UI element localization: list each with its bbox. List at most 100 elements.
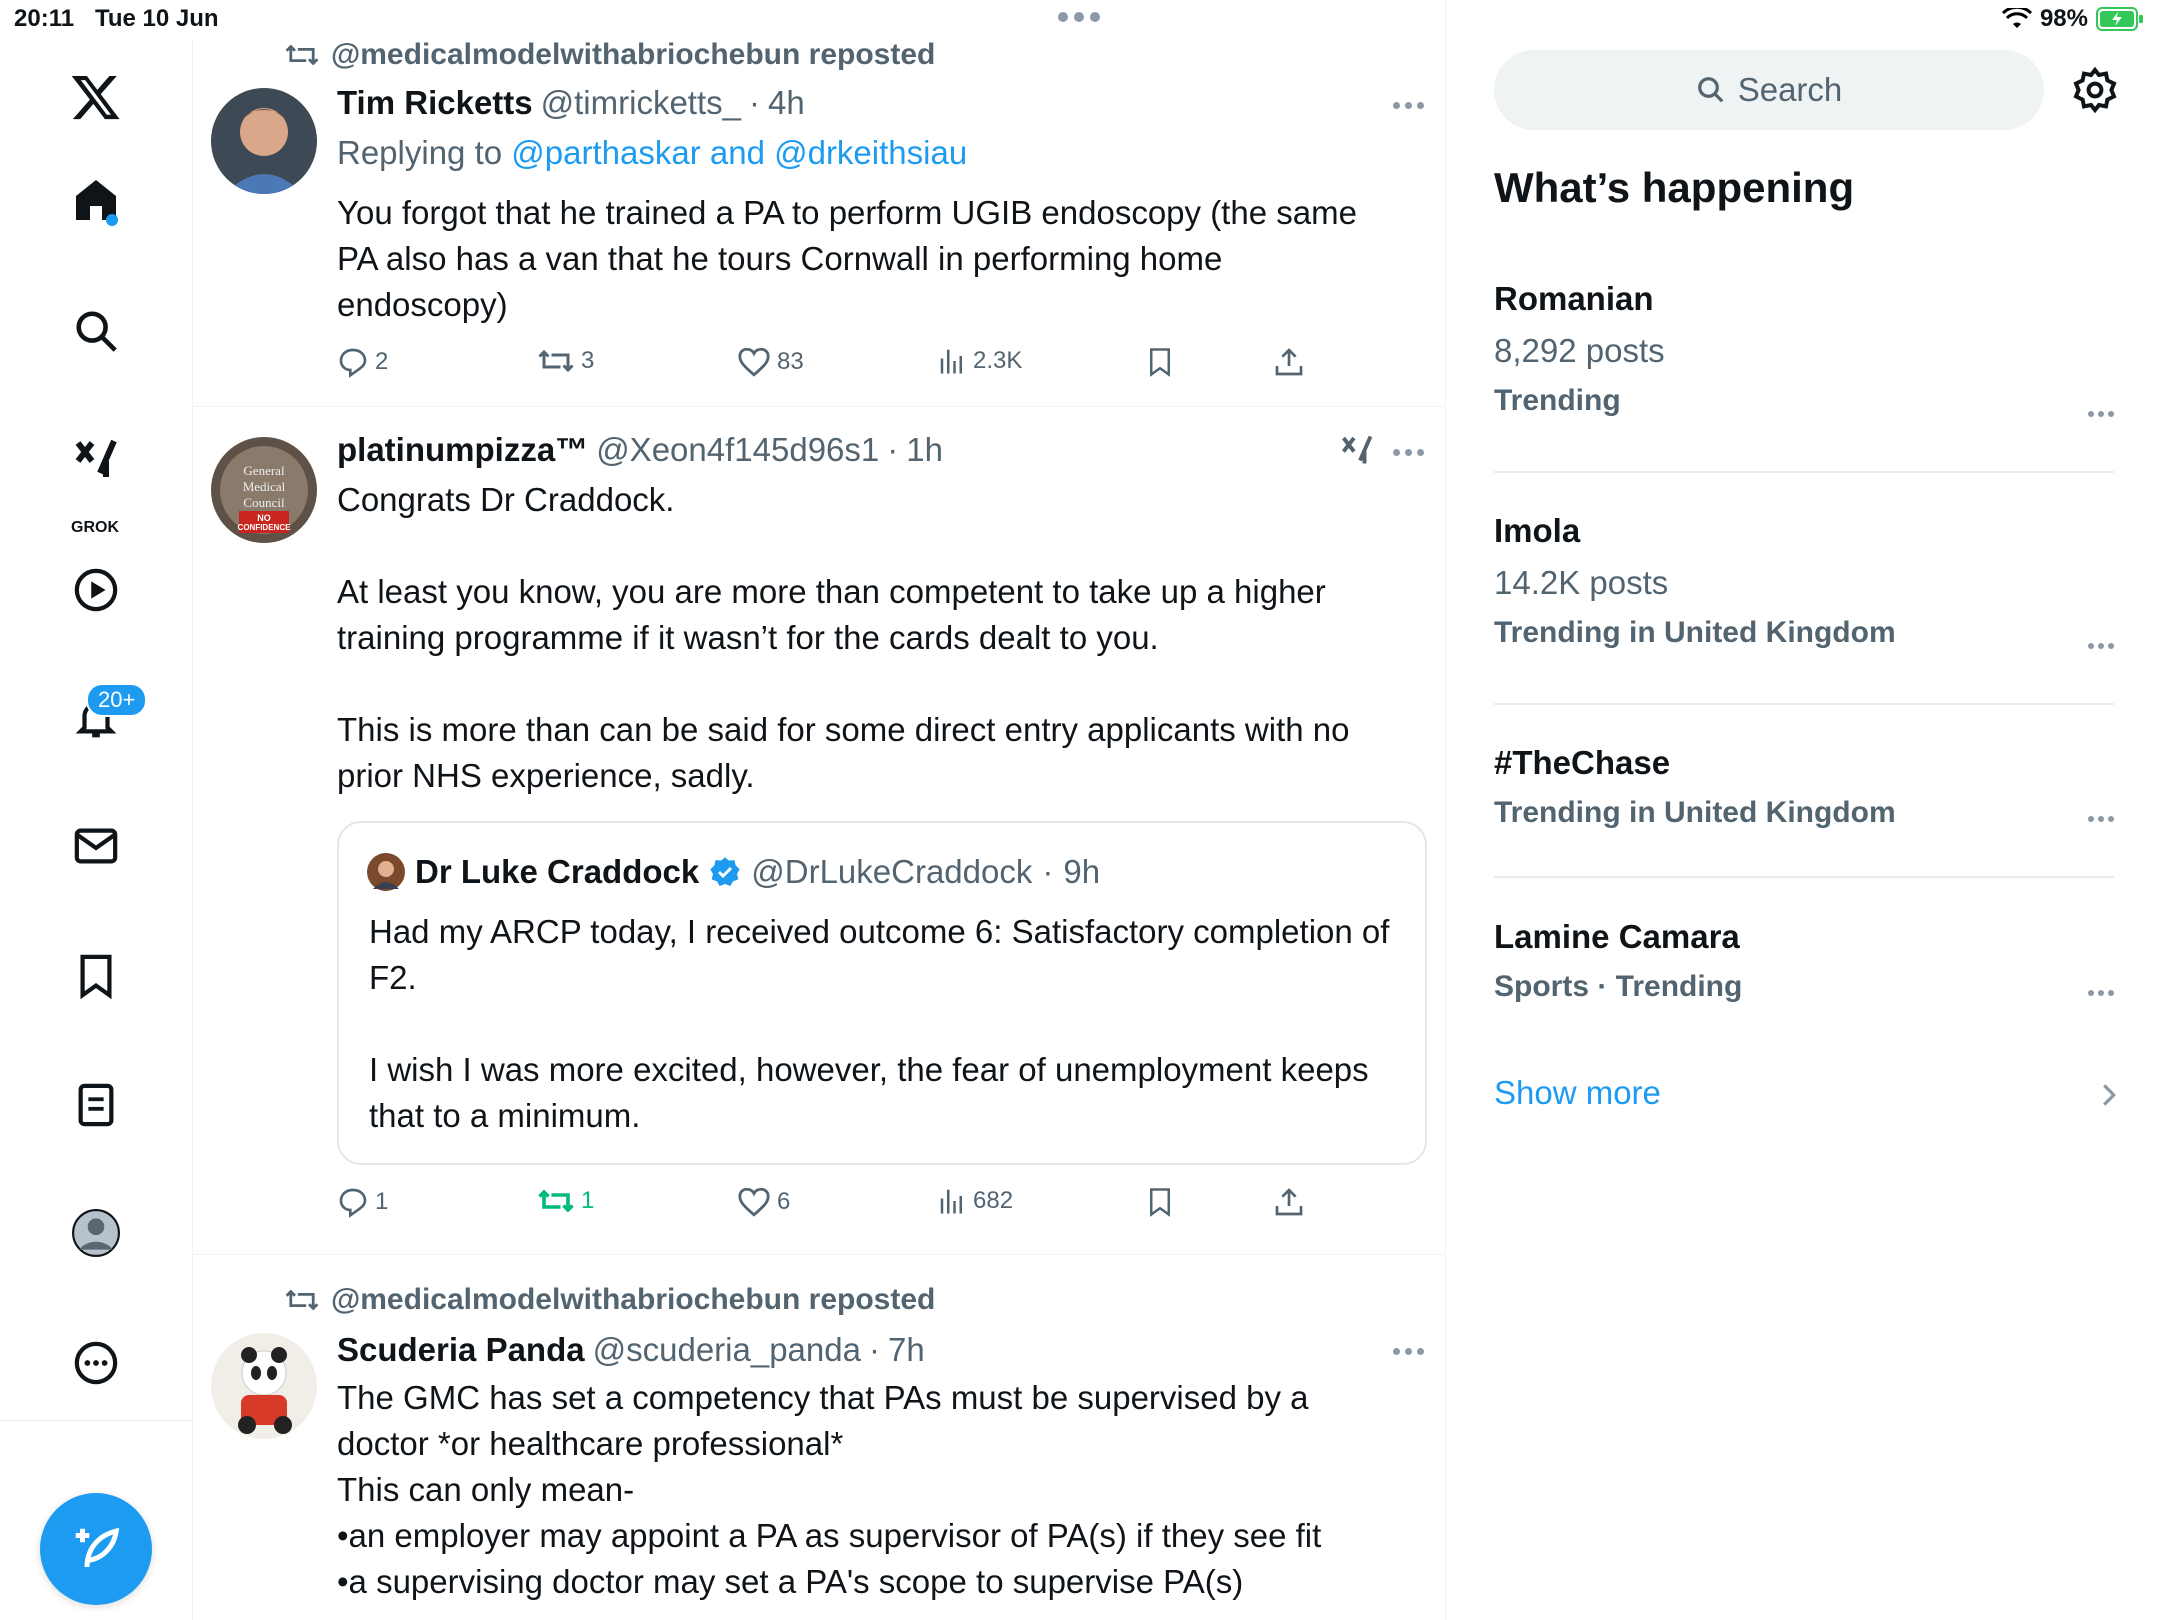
svg-text:NO: NO <box>257 513 271 523</box>
svg-text:CONFIDENCE: CONFIDENCE <box>238 523 292 532</box>
quoted-avatar[interactable] <box>367 853 405 891</box>
trend-post-count: 8,292 posts <box>1494 332 1665 369</box>
share-icon <box>1275 1188 1303 1216</box>
repost-button[interactable]: 1 <box>537 1186 594 1216</box>
display-name[interactable]: platinumpizza™ <box>337 431 588 469</box>
left-nav: GROK 20+ <box>0 40 193 1620</box>
home-icon[interactable] <box>63 167 129 233</box>
settings-gear-icon[interactable] <box>2071 66 2119 114</box>
like-count: 6 <box>777 1188 791 1215</box>
trend-title: Romanian <box>1494 280 1654 317</box>
share-button[interactable] <box>1273 346 1305 378</box>
bookmark-button[interactable] <box>1145 1186 1175 1218</box>
avatar[interactable] <box>211 1333 317 1439</box>
reposted-by-text: @medicalmodelwithabriochebun reposted <box>331 1283 936 1316</box>
share-button[interactable] <box>1273 1186 1305 1218</box>
notifications-badge: 20+ <box>86 683 148 717</box>
tweet-tim-ricketts[interactable]: @medicalmodelwithabriochebun reposted Ti… <box>193 0 1446 407</box>
views-count: 682 <box>973 1187 1014 1214</box>
handle[interactable]: @scuderia_panda <box>593 1331 861 1369</box>
display-name[interactable]: Scuderia Panda <box>337 1331 585 1369</box>
trend-context: Trending <box>1494 384 1621 417</box>
views-button[interactable]: 2.3K <box>937 346 1022 376</box>
search-icon[interactable] <box>63 298 129 364</box>
search-placeholder: Search <box>1737 71 1843 108</box>
replying-prefix: Replying to <box>337 134 503 171</box>
svg-text:Council: Council <box>243 495 285 510</box>
like-button[interactable]: 83 <box>737 346 804 378</box>
trend-more-icon[interactable] <box>2088 816 2114 822</box>
more-options-icon[interactable] <box>63 1330 129 1396</box>
reply-count: 1 <box>375 1188 389 1215</box>
like-count: 83 <box>777 348 804 375</box>
messages-icon[interactable] <box>63 813 129 879</box>
avatar-text: General <box>243 463 285 478</box>
show-more-link[interactable]: Show more <box>1494 1074 1661 1112</box>
search-input[interactable]: Search <box>1494 50 2044 130</box>
trend-item[interactable]: #TheChase Trending in United Kingdom <box>1494 744 2114 830</box>
quoted-timestamp[interactable]: 9h <box>1063 853 1100 891</box>
repost-button[interactable]: 3 <box>537 346 594 376</box>
quoted-handle[interactable]: @DrLukeCraddock <box>751 853 1032 891</box>
bookmarks-icon[interactable] <box>63 943 129 1009</box>
x-logo-icon[interactable] <box>63 64 129 130</box>
tweet-text: The GMC has set a competency that PAs mu… <box>337 1379 1322 1600</box>
reply-button[interactable]: 2 <box>337 346 388 378</box>
separator-dot: · <box>868 1331 880 1368</box>
grok-icon[interactable] <box>63 426 129 492</box>
lists-icon[interactable] <box>63 1072 129 1138</box>
trend-context: Sports · Trending <box>1494 970 1743 1003</box>
quoted-tweet[interactable]: Dr Luke Craddock @DrLukeCraddock · 9h Ha… <box>337 821 1427 1165</box>
display-name[interactable]: Tim Ricketts <box>337 84 533 122</box>
quoted-display-name[interactable]: Dr Luke Craddock <box>415 853 699 891</box>
trend-item[interactable]: Imola 14.2K posts Trending in United Kin… <box>1494 512 2114 650</box>
avatar[interactable]: General Medical Council NO CONFIDENCE <box>211 437 317 543</box>
repost-indicator: @medicalmodelwithabriochebun reposted <box>285 38 935 72</box>
trend-more-icon[interactable] <box>2088 990 2114 996</box>
compose-button[interactable] <box>40 1493 152 1605</box>
repost-count: 3 <box>581 347 595 374</box>
verified-badge-icon <box>709 856 741 888</box>
grok-explain-icon[interactable] <box>1339 433 1375 467</box>
trend-item[interactable]: Romanian 8,292 posts Trending <box>1494 280 2114 418</box>
tweet-more-icon[interactable] <box>1393 449 1424 456</box>
like-button[interactable]: 6 <box>737 1186 790 1218</box>
timestamp[interactable]: 4h <box>768 84 805 122</box>
trend-context: Trending in United Kingdom <box>1494 796 1896 829</box>
replying-links[interactable]: @parthaskar and @drkeithsiau <box>511 134 967 171</box>
bookmark-button[interactable] <box>1145 346 1175 378</box>
timestamp[interactable]: 7h <box>888 1331 925 1369</box>
tweet-scuderia-panda[interactable]: @medicalmodelwithabriochebun reposted Sc… <box>193 1255 1446 1620</box>
handle[interactable]: @Xeon4f145d96s1 <box>596 431 879 469</box>
profile-avatar[interactable] <box>63 1200 129 1266</box>
trend-item[interactable]: Lamine Camara Sports · Trending <box>1494 918 2114 1004</box>
video-icon[interactable] <box>63 557 129 623</box>
svg-text:Medical: Medical <box>243 479 286 494</box>
views-button[interactable]: 682 <box>937 1186 1013 1216</box>
tweet-more-icon[interactable] <box>1393 1348 1424 1355</box>
heart-icon <box>738 347 770 377</box>
search-icon <box>1697 77 1724 103</box>
compose-feather-icon <box>75 1527 120 1568</box>
repost-icon <box>538 1189 574 1213</box>
reply-icon <box>339 1188 367 1218</box>
bookmark-icon <box>1150 348 1170 377</box>
tweet-text: You forgot that he trained a PA to perfo… <box>337 194 1367 323</box>
timestamp[interactable]: 1h <box>906 431 943 469</box>
trend-title: Lamine Camara <box>1494 918 1740 955</box>
nav-divider <box>0 1420 193 1421</box>
tweet-more-icon[interactable] <box>1393 102 1424 109</box>
trend-context: Trending in United Kingdom <box>1494 616 1896 649</box>
tweet-platinumpizza[interactable]: General Medical Council NO CONFIDENCE platin… <box>193 407 1446 1255</box>
quoted-tweet-text: Had my ARCP today, I received outcome 6:… <box>369 913 1390 1134</box>
trend-more-icon[interactable] <box>2088 411 2114 417</box>
heart-icon <box>738 1187 770 1217</box>
whats-happening-heading: What’s happening <box>1494 164 1855 211</box>
trend-more-icon[interactable] <box>2088 643 2114 649</box>
handle[interactable]: @timricketts_ <box>541 84 741 122</box>
avatar[interactable] <box>211 88 317 194</box>
reply-button[interactable]: 1 <box>337 1186 388 1218</box>
repost-count: 1 <box>581 1187 595 1214</box>
trend-title: Imola <box>1494 512 1581 549</box>
trend-post-count: 14.2K posts <box>1494 564 1669 601</box>
